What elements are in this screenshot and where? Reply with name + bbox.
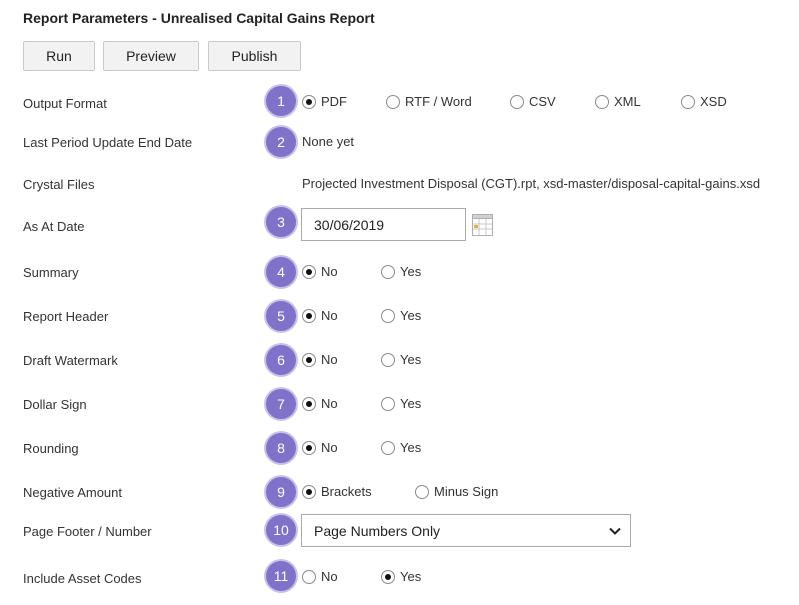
summary-label: Summary <box>23 265 79 280</box>
radio-unchecked-icon <box>386 94 400 109</box>
radio-checked-icon <box>302 308 316 323</box>
option-label: XML <box>614 94 641 109</box>
last-period-label: Last Period Update End Date <box>23 135 193 150</box>
last-period-value: None yet <box>302 134 355 149</box>
radio-checked-icon <box>302 352 316 367</box>
step-badge-3: 3 <box>266 207 296 237</box>
option-label: Minus Sign <box>434 484 499 499</box>
option-label: CSV <box>529 94 556 109</box>
step-badge-6: 6 <box>266 345 296 375</box>
as-at-date-input[interactable]: 30/06/2019 <box>301 208 466 241</box>
radio-unchecked-icon <box>381 308 395 323</box>
radio-unchecked-icon <box>381 440 395 455</box>
output-format-rtf-radio[interactable]: RTF / Word <box>386 94 472 109</box>
option-label: No <box>321 308 338 323</box>
option-label: No <box>321 569 338 584</box>
draft-watermark-yes-radio[interactable]: Yes <box>381 352 421 367</box>
include-asset-codes-yes-radio[interactable]: Yes <box>381 569 421 584</box>
crystal-files-label: Crystal Files <box>23 177 95 192</box>
output-format-xsd-radio[interactable]: XSD <box>681 94 727 109</box>
option-label: Yes <box>400 569 422 584</box>
option-label: No <box>321 396 338 411</box>
negative-amount-brackets-radio[interactable]: Brackets <box>302 484 372 499</box>
option-label: Yes <box>400 440 422 455</box>
radio-checked-icon <box>381 569 395 584</box>
step-badge-5: 5 <box>266 301 296 331</box>
negative-amount-label: Negative Amount <box>23 485 123 500</box>
radio-unchecked-icon <box>302 569 316 584</box>
option-label: Yes <box>400 264 422 279</box>
output-format-csv-radio[interactable]: CSV <box>510 94 556 109</box>
option-label: RTF / Word <box>405 94 472 109</box>
crystal-files-value: Projected Investment Disposal (CGT).rpt,… <box>302 176 761 191</box>
option-label: Yes <box>400 308 422 323</box>
step-badge-2: 2 <box>266 127 296 157</box>
step-badge-8: 8 <box>266 433 296 463</box>
radio-checked-icon <box>302 484 316 499</box>
rounding-no-radio[interactable]: No <box>302 440 338 455</box>
rounding-yes-radio[interactable]: Yes <box>381 440 421 455</box>
radio-checked-icon <box>302 396 316 411</box>
page-footer-select[interactable]: Page Numbers Only <box>301 514 631 547</box>
preview-button[interactable]: Preview <box>103 41 199 71</box>
draft-watermark-no-radio[interactable]: No <box>302 352 338 367</box>
option-label: PDF <box>321 94 347 109</box>
option-label: No <box>321 440 338 455</box>
option-label: Yes <box>400 352 422 367</box>
negative-amount-minus-radio[interactable]: Minus Sign <box>415 484 498 499</box>
dollar-sign-yes-radio[interactable]: Yes <box>381 396 421 411</box>
radio-unchecked-icon <box>681 94 695 109</box>
step-badge-11: 11 <box>266 561 296 591</box>
report-header-yes-radio[interactable]: Yes <box>381 308 421 323</box>
publish-button[interactable]: Publish <box>208 41 301 71</box>
output-format-xml-radio[interactable]: XML <box>595 94 641 109</box>
output-format-label: Output Format <box>23 96 107 111</box>
include-asset-codes-label: Include Asset Codes <box>23 571 142 586</box>
page-footer-label: Page Footer / Number <box>23 524 152 539</box>
option-label: Yes <box>400 396 422 411</box>
option-label: No <box>321 352 338 367</box>
summary-yes-radio[interactable]: Yes <box>381 264 421 279</box>
dollar-sign-label: Dollar Sign <box>23 397 87 412</box>
report-header-no-radio[interactable]: No <box>302 308 338 323</box>
option-label: Brackets <box>321 484 372 499</box>
as-at-date-label: As At Date <box>23 219 85 234</box>
report-header-label: Report Header <box>23 309 109 324</box>
step-badge-4: 4 <box>266 257 296 287</box>
step-badge-10: 10 <box>266 515 296 545</box>
step-badge-1: 1 <box>266 86 296 116</box>
step-badge-7: 7 <box>266 389 296 419</box>
page-footer-selected-value: Page Numbers Only <box>314 522 441 539</box>
option-label: XSD <box>700 94 727 109</box>
radio-unchecked-icon <box>595 94 609 109</box>
radio-checked-icon <box>302 440 316 455</box>
radio-checked-icon <box>302 264 316 279</box>
radio-unchecked-icon <box>510 94 524 109</box>
calendar-icon[interactable] <box>472 214 493 236</box>
radio-unchecked-icon <box>381 396 395 411</box>
dollar-sign-no-radio[interactable]: No <box>302 396 338 411</box>
chevron-down-icon <box>609 527 621 535</box>
step-badge-9: 9 <box>266 477 296 507</box>
rounding-label: Rounding <box>23 441 79 456</box>
radio-unchecked-icon <box>415 484 429 499</box>
summary-no-radio[interactable]: No <box>302 264 338 279</box>
page-title: Report Parameters - Unrealised Capital G… <box>23 10 375 26</box>
output-format-pdf-radio[interactable]: PDF <box>302 94 347 109</box>
radio-checked-icon <box>302 94 316 109</box>
include-asset-codes-no-radio[interactable]: No <box>302 569 338 584</box>
draft-watermark-label: Draft Watermark <box>23 353 118 368</box>
radio-unchecked-icon <box>381 352 395 367</box>
run-button[interactable]: Run <box>23 41 95 71</box>
radio-unchecked-icon <box>381 264 395 279</box>
option-label: No <box>321 264 338 279</box>
